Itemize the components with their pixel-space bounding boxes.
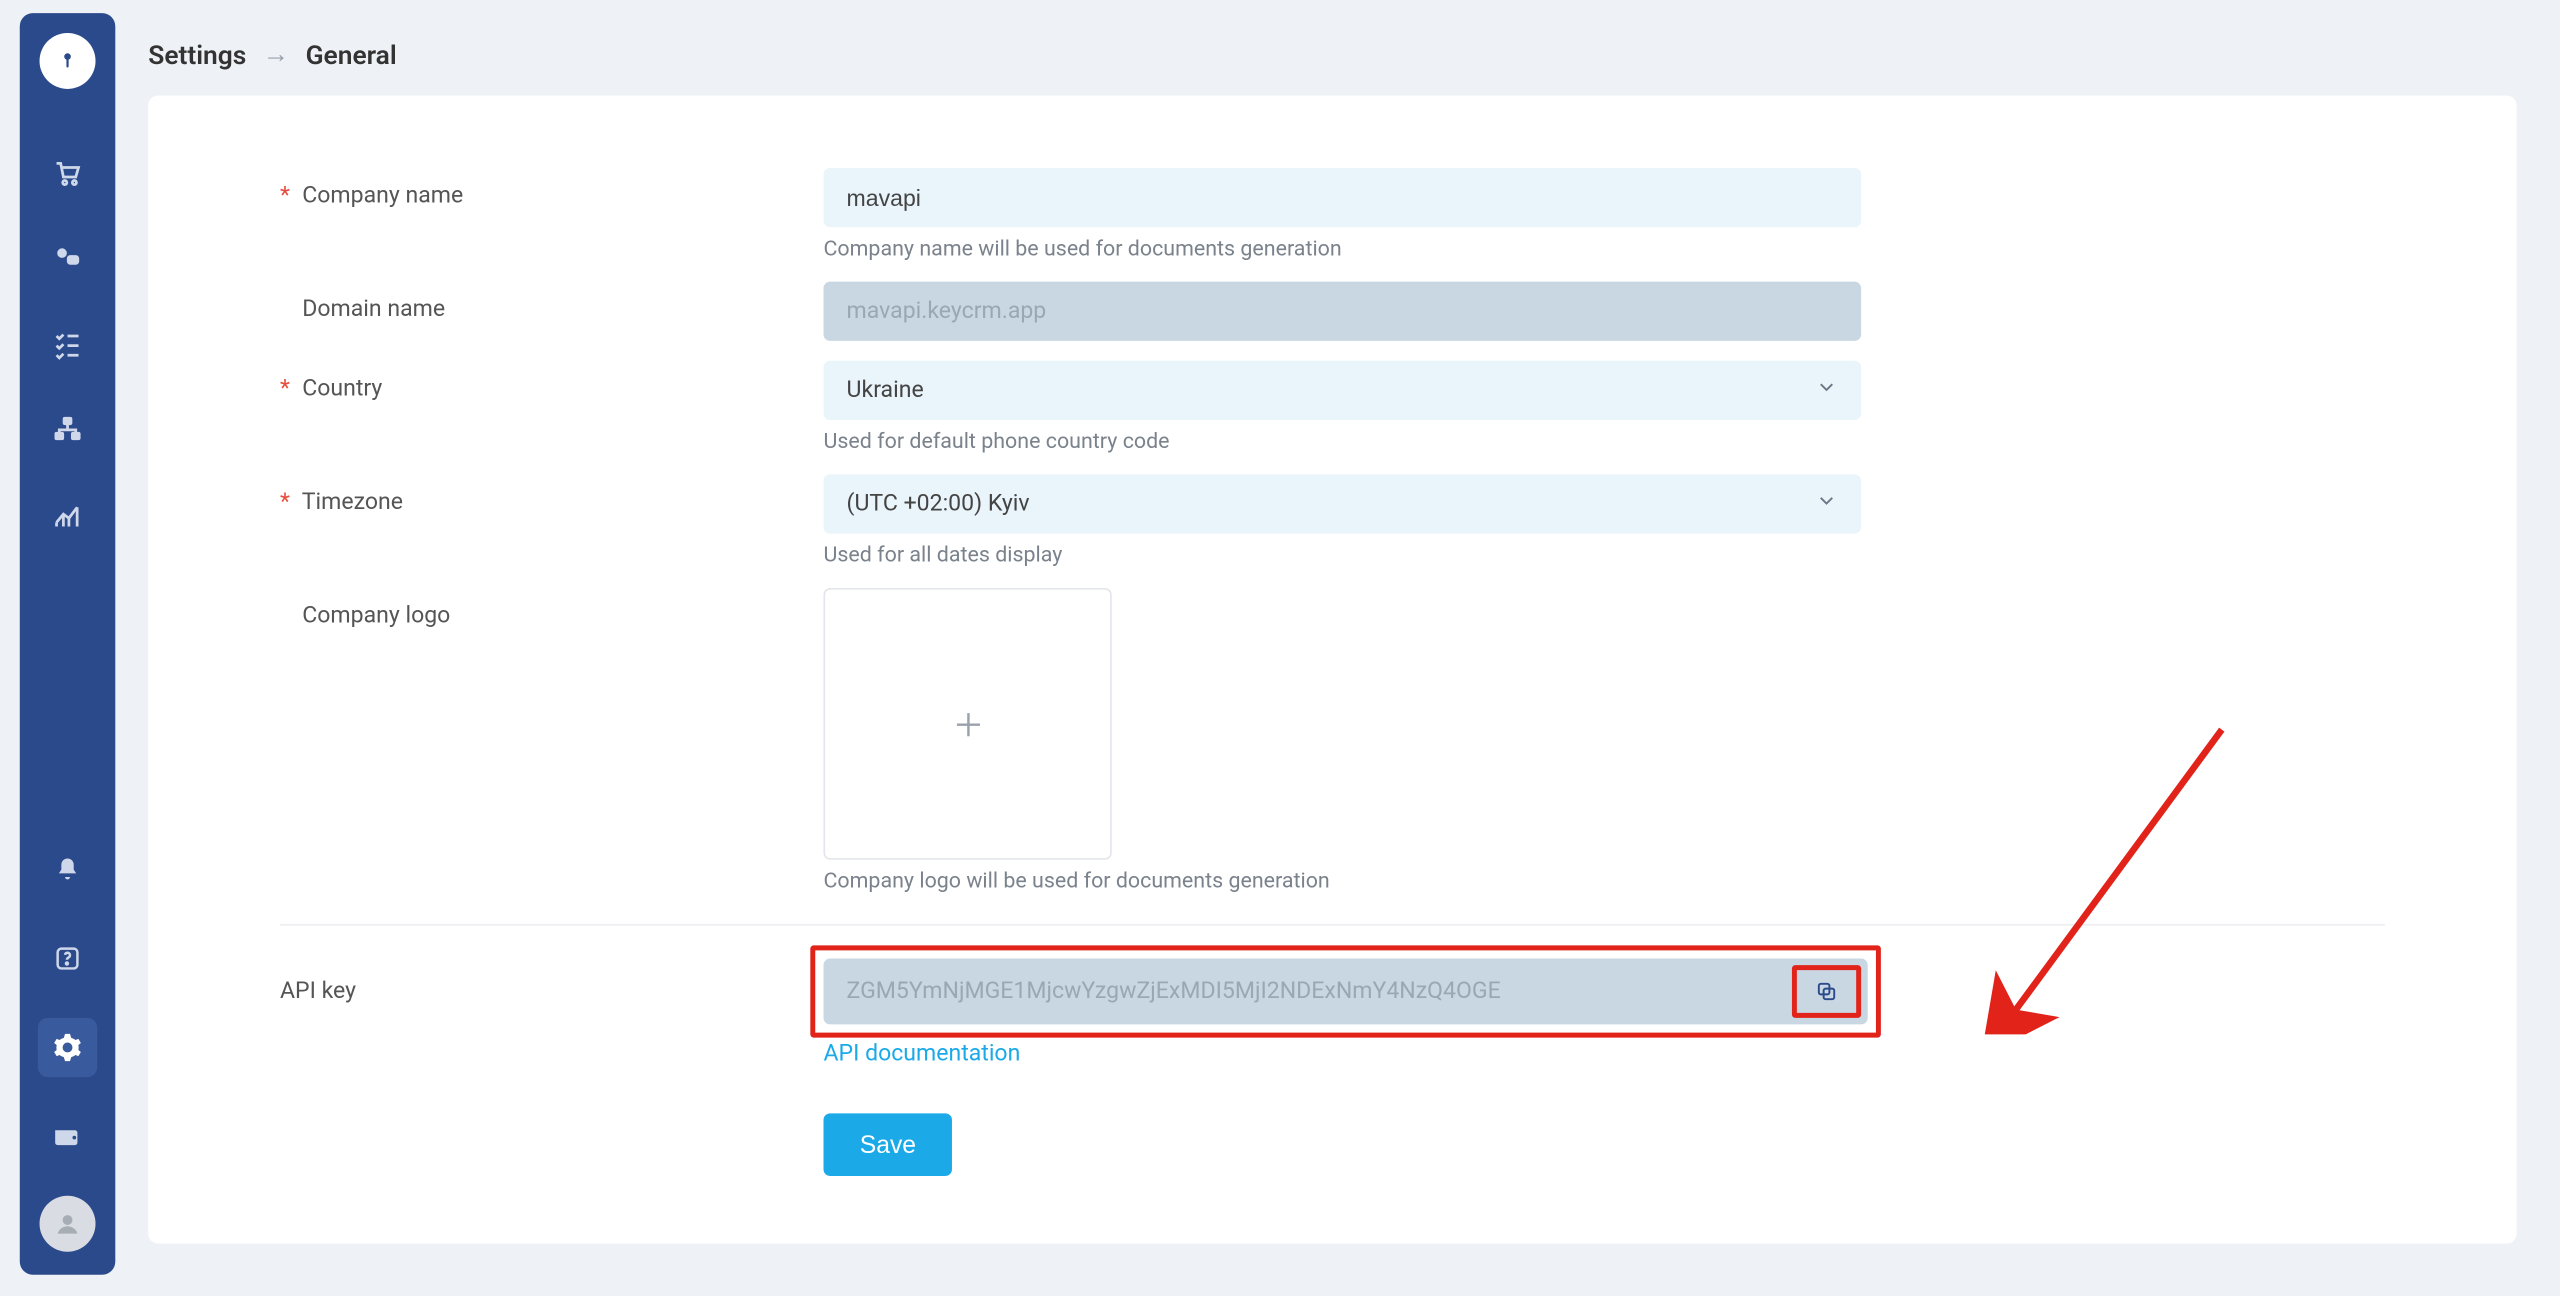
company-logo-hint: Company logo will be used for documents … xyxy=(824,870,1862,895)
save-button[interactable]: Save xyxy=(824,1113,953,1176)
divider xyxy=(280,924,2385,926)
breadcrumb-root[interactable]: Settings xyxy=(148,39,246,70)
country-select[interactable]: Ukraine xyxy=(824,361,1862,420)
required-star: * xyxy=(280,183,290,209)
country-hint: Used for default phone country code xyxy=(824,430,1862,455)
settings-icon[interactable] xyxy=(38,1018,97,1077)
plus-icon xyxy=(948,704,988,744)
help-icon[interactable] xyxy=(38,929,97,988)
wallet-icon[interactable] xyxy=(38,1107,97,1166)
api-key-field: ZGM5YmNjMGE1MjcwYzgwZjExMDI5MjI2NDExNmY4… xyxy=(824,959,1868,1025)
user-avatar[interactable] xyxy=(40,1196,96,1252)
company-name-label: Company name xyxy=(302,183,463,209)
chat-icon[interactable] xyxy=(49,240,85,276)
settings-general-card: * Company name Company name will be used… xyxy=(148,96,2516,1244)
api-key-label: API key xyxy=(280,978,356,1004)
domain-name-value: mavapi.keycrm.app xyxy=(847,298,1047,324)
timezone-select[interactable]: (UTC +02:00) Kyiv xyxy=(824,474,1862,533)
cart-icon[interactable] xyxy=(49,155,85,191)
org-icon[interactable] xyxy=(49,412,85,448)
company-logo-label: Company logo xyxy=(302,603,450,629)
required-star: * xyxy=(280,489,290,515)
company-name-hint: Company name will be used for documents … xyxy=(824,237,1862,262)
chevron-down-icon xyxy=(1815,376,1838,406)
app-logo[interactable] xyxy=(40,33,96,89)
chevron-down-icon xyxy=(1815,489,1838,519)
api-documentation-link[interactable]: API documentation xyxy=(824,1041,1021,1067)
analytics-icon[interactable] xyxy=(49,497,85,533)
checklist-icon[interactable] xyxy=(49,326,85,362)
domain-name-field: mavapi.keycrm.app xyxy=(824,282,1862,341)
sidebar xyxy=(20,13,116,1275)
country-value: Ukraine xyxy=(847,377,924,403)
required-star: * xyxy=(280,376,290,402)
breadcrumb: Settings → General xyxy=(148,38,396,71)
timezone-value: (UTC +02:00) Kyiv xyxy=(847,491,1030,517)
copy-icon xyxy=(1815,980,1838,1003)
api-key-value: ZGM5YmNjMGE1MjcwYzgwZjExMDI5MjI2NDExNmY4… xyxy=(847,978,1501,1004)
breadcrumb-current: General xyxy=(306,39,397,70)
timezone-label: Timezone xyxy=(302,489,403,515)
company-name-input[interactable] xyxy=(824,168,1862,227)
domain-name-label: Domain name xyxy=(302,296,445,322)
chevron-right-icon: → xyxy=(263,38,289,71)
logo-upload[interactable] xyxy=(824,588,1112,860)
notifications-icon[interactable] xyxy=(38,840,97,899)
timezone-hint: Used for all dates display xyxy=(824,544,1862,569)
copy-api-key-button[interactable] xyxy=(1792,965,1861,1018)
country-label: Country xyxy=(302,376,382,402)
